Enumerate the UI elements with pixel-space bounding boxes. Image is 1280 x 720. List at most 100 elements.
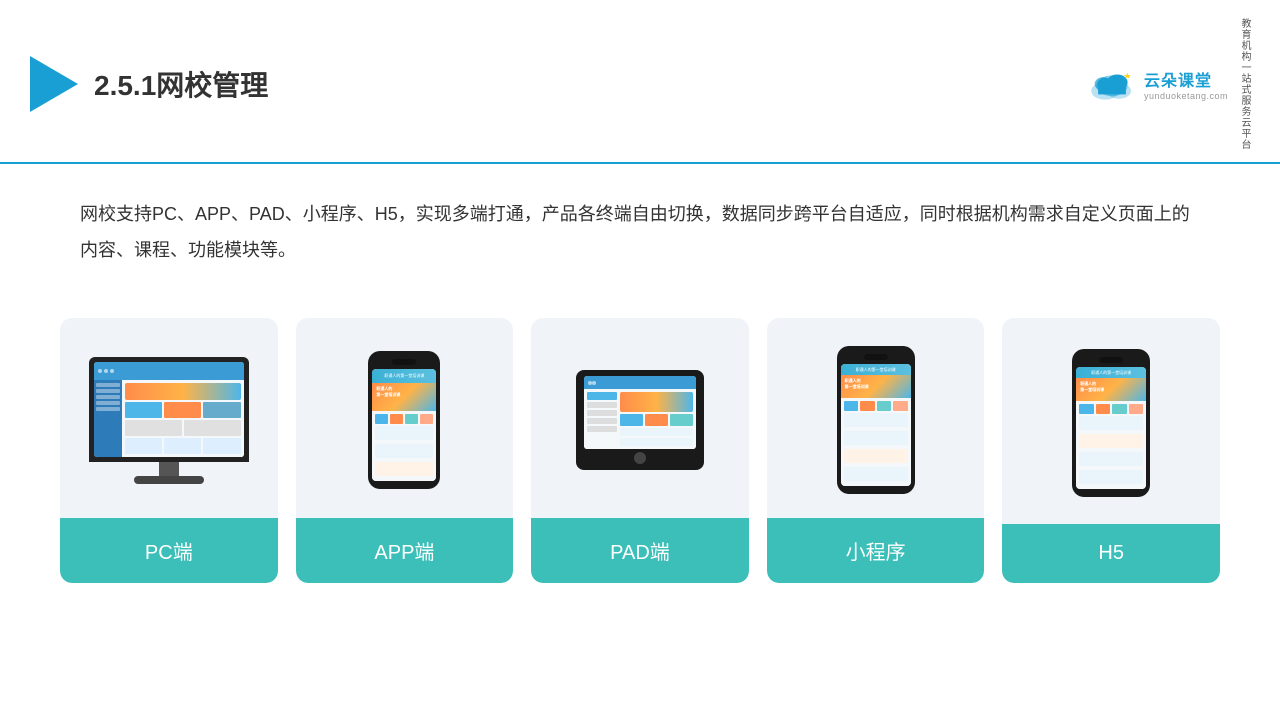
sidebar-bar2 [96,389,120,393]
tablet-home-btn [634,452,646,464]
mini-wide3 [844,449,908,463]
phone-banner-mini: 职通人的第一堂培训课 [841,375,911,398]
mini-item3 [877,401,892,411]
logo-slogan: 教育机构一站式服务云平台 [1238,18,1250,150]
mini-card7 [164,438,201,454]
phone-notch-app [392,359,416,365]
miniprogram-label: 小程序 [767,518,985,583]
app-preview: 职通人的第一堂培训课 职通人的第一堂培训课 [296,318,514,518]
pc-preview [60,318,278,518]
pc-card: PC端 [60,318,278,583]
phone-banner-app: 职通人的第一堂培训课 [372,383,436,411]
tab-card1 [620,414,643,426]
tab-content1 [620,428,693,436]
mini-card6 [125,438,162,454]
phone-content-h5 [1076,401,1146,489]
sidebar-bar1 [96,383,120,387]
tab-bar1 [587,392,617,400]
description-text: 网校支持PC、APP、PAD、小程序、H5，实现多端打通，产品各终端自由切换，数… [0,164,1280,288]
tablet-topbar [584,376,696,389]
pad-label: PAD端 [531,518,749,583]
miniprogram-phone: 职通人的第一堂培训课 职通人的第一堂培训课 [837,346,915,494]
sidebar-bar5 [96,407,120,411]
phone-item4 [420,414,433,424]
miniprogram-card: 职通人的第一堂培训课 职通人的第一堂培训课 [767,318,985,583]
logo-url: yunduoketang.com [1144,91,1228,101]
page-title: 2.5.1网校管理 [94,64,268,104]
app-phone: 职通人的第一堂培训课 职通人的第一堂培训课 [368,351,440,489]
h5-wide3 [1079,452,1143,466]
h5-item1 [1079,404,1094,414]
pad-tablet [576,370,704,470]
app-label: APP端 [296,518,514,583]
h5-item4 [1129,404,1144,414]
h5-item3 [1112,404,1127,414]
logo-text: 云朵课堂 yunduoketang.com [1144,67,1228,101]
screen-topbar [94,362,244,380]
monitor-body [89,357,249,462]
phone-body-mini: 职通人的第一堂培训课 职通人的第一堂培训课 [837,346,915,494]
screen-content [94,362,244,457]
mini-card5 [184,420,241,436]
cloud-icon [1086,66,1138,102]
phone-header-mini: 职通人的第一堂培训课 [841,364,911,375]
tablet-screen [584,376,696,449]
pc-label: PC端 [60,518,278,583]
tab-bar5 [587,426,617,432]
pad-preview [531,318,749,518]
h5-item2 [1096,404,1111,414]
phone-row1-app [375,414,433,424]
monitor-base [134,476,204,484]
pad-card: PAD端 [531,318,749,583]
monitor-neck [159,462,179,476]
header-right: 云朵课堂 yunduoketang.com 教育机构一站式服务云平台 [1086,18,1250,150]
screen-main [122,380,244,457]
mini-wide1 [844,413,908,427]
phone-header-app: 职通人的第一堂培训课 [372,369,436,383]
dot3 [110,369,114,373]
mini-item2 [860,401,875,411]
mini-card8 [203,438,240,454]
pc-monitor [89,357,249,484]
mini-wide4 [844,467,908,481]
tablet-cards-row [620,414,693,426]
h5-wide4 [1079,470,1143,484]
h5-card: 职通人的第一堂培训课 职通人的第一堂培训课 [1002,318,1220,583]
phone-wide3 [375,462,433,476]
tablet-body [576,370,704,470]
screen-sidebar [94,380,122,457]
mini-item1 [844,401,859,411]
tablet-banner [620,392,693,412]
dot2 [104,369,108,373]
phone-item2 [390,414,403,424]
tablet-left [587,392,617,446]
mini-card3 [203,402,240,418]
phone-notch-h5 [1099,357,1123,363]
phone-row1-mini [844,401,908,411]
h5-wide1 [1079,416,1143,430]
tab-bar2 [587,402,617,408]
phone-body-app: 职通人的第一堂培训课 职通人的第一堂培训课 [368,351,440,489]
h5-wide2 [1079,434,1143,448]
phone-body-h5: 职通人的第一堂培训课 职通人的第一堂培训课 [1072,349,1150,497]
screen-body [94,380,244,457]
miniprogram-preview: 职通人的第一堂培训课 职通人的第一堂培训课 [767,318,985,518]
tablet-content [584,389,696,449]
phone-notch-mini [864,354,888,360]
device-cards: PC端 职通人的第一堂培训课 职通人的第一堂培训课 [0,298,1280,613]
brand-logo: 云朵课堂 yunduoketang.com 教育机构一站式服务云平台 [1086,18,1250,150]
tablet-right [620,392,693,446]
phone-wide2 [375,444,433,458]
screen-cards-row1 [125,402,241,418]
app-card: 职通人的第一堂培训课 职通人的第一堂培训课 [296,318,514,583]
logo-name: 云朵课堂 [1144,67,1212,91]
mini-card1 [125,402,162,418]
phone-wide1 [375,426,433,440]
mini-item4 [893,401,908,411]
screen-cards-row3 [125,438,241,454]
sidebar-bar3 [96,395,120,399]
mini-card4 [125,420,182,436]
h5-preview: 职通人的第一堂培训课 职通人的第一堂培训课 [1002,318,1220,524]
h5-phone: 职通人的第一堂培训课 职通人的第一堂培训课 [1072,349,1150,497]
mini-card2 [164,402,201,418]
